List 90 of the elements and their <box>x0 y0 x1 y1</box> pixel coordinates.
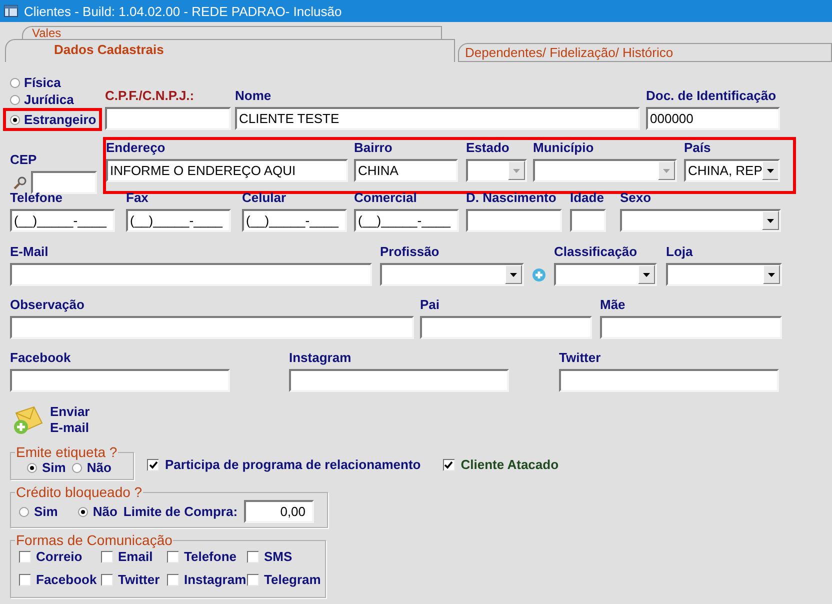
field-label: Nome <box>235 88 272 103</box>
limit-label: Limite de Compra: <box>123 504 238 519</box>
field-label: Profissão <box>380 244 440 259</box>
dropdown-arrow-icon <box>767 168 774 172</box>
field-label: Facebook <box>10 350 72 365</box>
text-field[interactable]: CHINA <box>354 159 458 182</box>
tab[interactable]: Dados Cadastrais <box>5 39 455 62</box>
checkbox-option[interactable]: Telefone <box>167 549 247 564</box>
dropdown-arrow-icon <box>513 168 520 172</box>
field-label: Bairro <box>354 140 394 155</box>
radio-option[interactable]: Não <box>78 504 118 519</box>
dropdown-field[interactable] <box>380 263 524 286</box>
field-label: D. Nascimento <box>466 190 558 205</box>
text-field[interactable]: (__)_____-____ <box>242 209 347 232</box>
radio-option[interactable]: Física <box>3 74 102 91</box>
field-label: País <box>684 140 712 155</box>
radio-option[interactable]: Não <box>72 460 112 475</box>
field-label: Classificação <box>554 244 638 259</box>
checkbox-option[interactable]: Email <box>101 549 167 564</box>
radio-option[interactable]: Jurídica <box>3 91 102 108</box>
text-field[interactable] <box>10 263 372 286</box>
envelope-add-icon[interactable] <box>12 405 44 435</box>
text-field[interactable] <box>570 209 606 232</box>
field-label: Instagram <box>289 350 352 365</box>
dropdown-field[interactable]: CHINA, REP <box>684 159 780 182</box>
checkbox-option[interactable]: Facebook <box>19 572 101 587</box>
field-label: Observação <box>10 297 86 312</box>
cep-field[interactable] <box>31 171 97 194</box>
dropdown-arrow-icon <box>767 218 774 222</box>
checkbox-option[interactable]: Participa de programa de relacionamento <box>147 457 421 472</box>
check-icon <box>444 460 454 468</box>
group-title: Emite etiqueta ? <box>15 444 118 460</box>
checkbox-option[interactable]: Instagram <box>167 572 247 587</box>
field-label: Telefone <box>10 190 64 205</box>
text-field[interactable] <box>559 369 779 392</box>
dropdown-arrow-icon <box>768 272 775 276</box>
field-label: E-Mail <box>10 244 50 259</box>
group-title: Formas de Comunicação <box>15 532 174 548</box>
text-field[interactable] <box>420 316 592 339</box>
text-field[interactable]: 000000 <box>646 107 780 130</box>
field-label: CEP <box>10 152 38 167</box>
window-title: Clientes - Build: 1.04.02.00 - REDE PADRAO- Inclusão <box>24 4 342 18</box>
field-label: Celular <box>242 190 288 205</box>
dropdown-arrow-icon <box>663 168 670 172</box>
checkbox-option[interactable]: Cliente Atacado <box>442 457 559 472</box>
send-email-link[interactable]: Enviar <box>50 404 90 420</box>
radio-option[interactable]: Estrangeiro <box>3 108 102 131</box>
field-label: Sexo <box>620 190 652 205</box>
limit-field[interactable]: 0,00 <box>244 500 314 523</box>
field-label: Município <box>533 140 595 155</box>
radio-option[interactable]: Sim <box>19 504 58 519</box>
text-field[interactable]: CLIENTE TESTE <box>235 107 640 130</box>
add-icon[interactable] <box>532 268 546 282</box>
field-label: Mãe <box>600 297 626 312</box>
text-field[interactable] <box>10 316 414 339</box>
checkbox-option[interactable]: SMS <box>247 549 317 564</box>
dropdown-field[interactable] <box>554 263 657 286</box>
checkbox-option[interactable]: Correio <box>19 549 101 564</box>
field-label: Pai <box>420 297 441 312</box>
field-label: Endereço <box>106 140 166 155</box>
field-label: Twitter <box>559 350 602 365</box>
field-label: Doc. de Identificação <box>646 88 778 103</box>
tab[interactable]: Vales <box>22 26 442 40</box>
text-field[interactable]: (__)_____-____ <box>10 209 115 232</box>
tab[interactable]: Dependentes/ Fidelização/ Histórico <box>458 43 832 62</box>
send-email-link[interactable]: E-mail <box>50 420 90 436</box>
field-label: Fax <box>126 190 150 205</box>
field-label: Comercial <box>354 190 418 205</box>
text-field[interactable]: (__)_____-____ <box>354 209 459 232</box>
field-label: Loja <box>666 244 694 259</box>
text-field[interactable] <box>600 316 782 339</box>
group-title: Crédito bloqueado ? <box>15 484 144 500</box>
text-field[interactable] <box>289 369 509 392</box>
dropdown-arrow-icon <box>643 272 650 276</box>
dropdown-arrow-icon <box>510 272 517 276</box>
field-label: Idade <box>570 190 605 205</box>
text-field[interactable]: INFORME O ENDEREÇO AQUI <box>106 159 348 182</box>
field-label: C.P.F./C.N.P.J.: <box>105 88 196 103</box>
window-icon <box>4 5 18 17</box>
field-label: Estado <box>466 140 510 155</box>
text-field[interactable] <box>466 209 562 232</box>
check-icon <box>148 460 158 468</box>
text-field[interactable]: (__)_____-____ <box>126 209 231 232</box>
text-field[interactable] <box>105 107 231 130</box>
checkbox-option[interactable]: Twitter <box>101 572 167 587</box>
dropdown-field[interactable] <box>620 209 781 232</box>
radio-option[interactable]: Sim <box>27 460 66 475</box>
search-icon[interactable] <box>13 176 27 190</box>
dropdown-field[interactable] <box>666 263 782 286</box>
text-field[interactable] <box>10 369 230 392</box>
